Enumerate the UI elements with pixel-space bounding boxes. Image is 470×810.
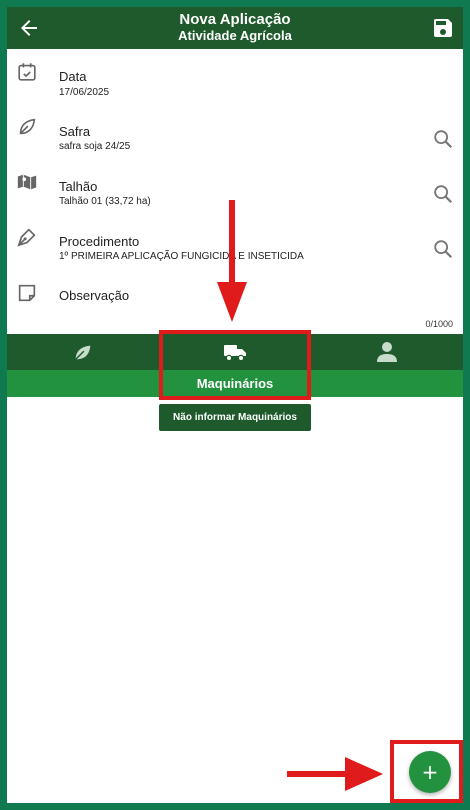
header-titles: Nova Aplicação Atividade Agrícola [67, 11, 403, 43]
page-subtitle: Atividade Agrícola [178, 28, 292, 43]
talhao-label: Talhão [59, 179, 98, 194]
date-field[interactable]: Data 17/06/2025 [7, 59, 463, 105]
procedimento-search-icon[interactable] [432, 238, 454, 260]
date-value: 17/06/2025 [59, 87, 110, 98]
no-machinery-button[interactable]: Não informar Maquinários [159, 404, 311, 431]
pen-nib-icon [17, 228, 36, 247]
talhao-search-icon[interactable] [432, 183, 454, 205]
annotation-highlight-box [159, 330, 311, 400]
page-title: Nova Aplicação [179, 11, 291, 28]
observacao-label: Observação [59, 288, 130, 303]
tab-operadores[interactable] [311, 334, 463, 370]
calendar-icon [18, 63, 36, 81]
annotation-arrow-down [217, 200, 247, 322]
app-screen: Nova Aplicação Atividade Agrícola Data 1… [7, 7, 463, 803]
person-icon [377, 342, 397, 362]
safra-field[interactable]: Safra safra soja 24/25 [7, 113, 463, 159]
save-icon[interactable] [431, 16, 455, 40]
leaf-icon [75, 345, 91, 360]
tab-insumos[interactable] [7, 334, 159, 370]
observacao-counter: 0/1000 [425, 319, 453, 329]
safra-search-icon[interactable] [432, 128, 454, 150]
procedimento-label: Procedimento [59, 234, 140, 249]
app-header: Nova Aplicação Atividade Agrícola [7, 7, 463, 49]
procedimento-value: 1º PRIMEIRA APLICAÇÃO FUNGICIDA E INSETI… [59, 251, 304, 262]
safra-value: safra soja 24/25 [59, 141, 131, 152]
date-label: Data [59, 69, 87, 84]
add-button[interactable]: + [409, 751, 451, 793]
safra-label: Safra [59, 124, 91, 139]
annotation-arrow-right [287, 757, 383, 791]
leaf-icon [19, 118, 36, 135]
back-arrow-icon[interactable] [17, 16, 41, 40]
map-icon [17, 174, 37, 190]
note-icon [18, 284, 36, 302]
talhao-value: Talhão 01 (33,72 ha) [59, 196, 151, 207]
